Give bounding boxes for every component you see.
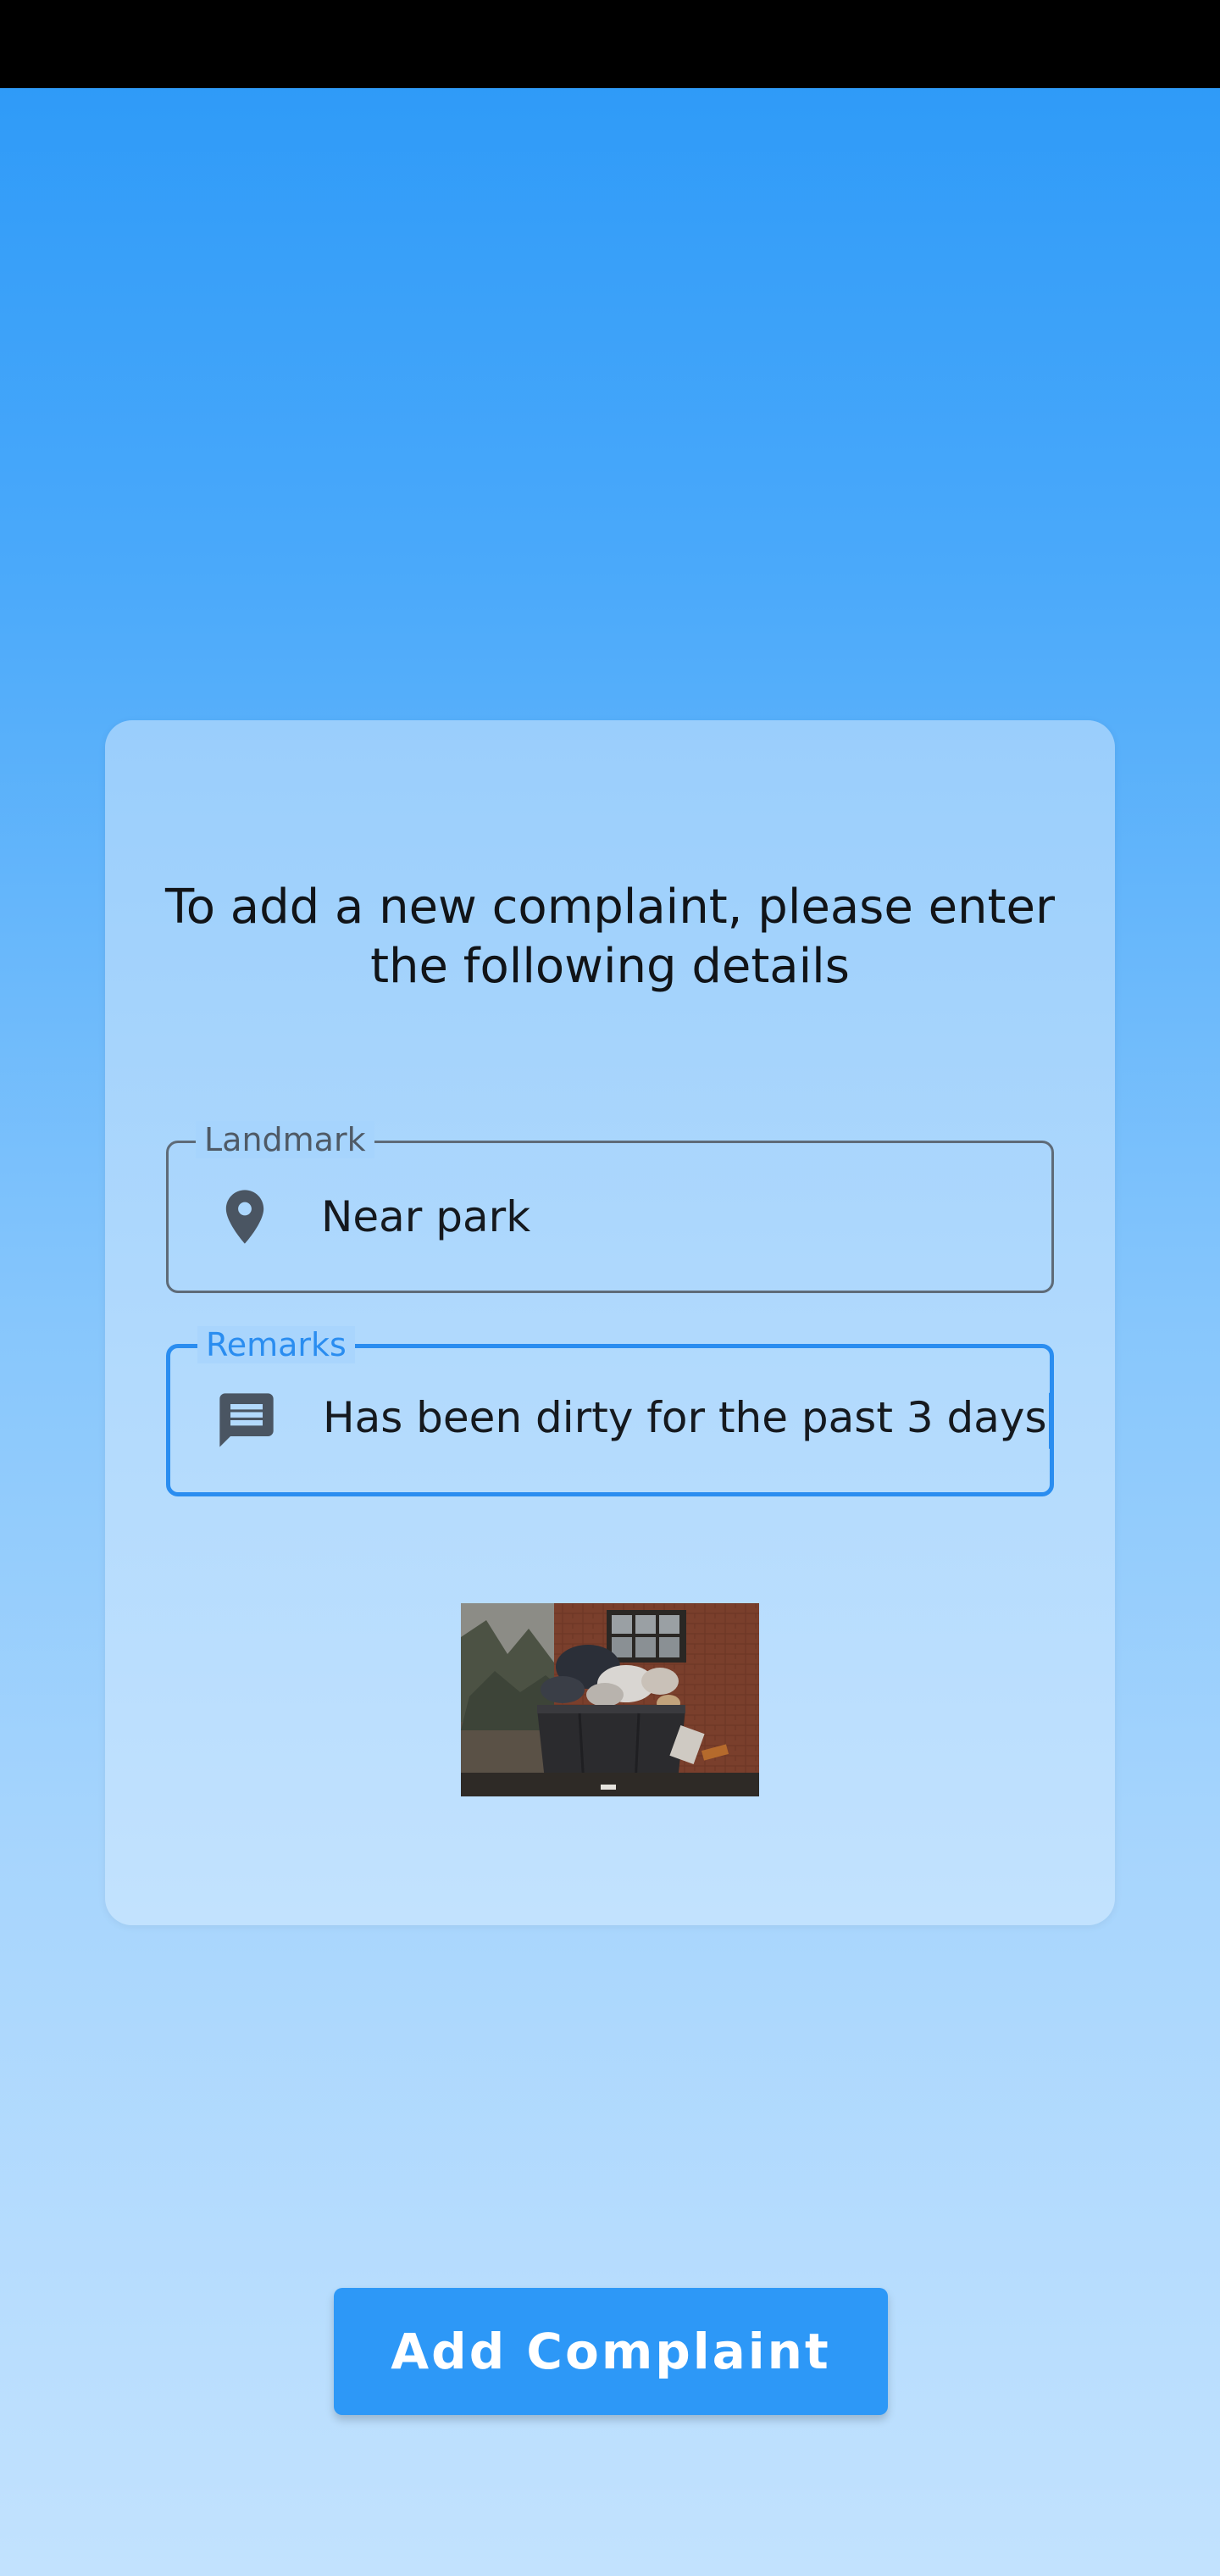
message-icon [214,1388,279,1452]
garbage-photo[interactable] [461,1603,759,1796]
landmark-label: Landmark [196,1121,374,1158]
landmark-input[interactable]: Near park [321,1191,530,1242]
complaint-form-card: To add a new complaint, please enter the… [105,720,1115,1925]
remarks-label: Remarks [197,1326,355,1363]
remarks-input[interactable]: Has been dirty for the past 3 days [323,1392,1052,1449]
status-bar [0,0,1220,88]
remarks-field[interactable]: Remarks Has been dirty for the past 3 da… [166,1326,1054,1496]
remarks-value: Has been dirty for the past 3 days [323,1392,1047,1442]
form-instructions: To add a new complaint, please enter the… [165,880,1055,994]
text-cursor [1048,1392,1052,1449]
location-pin-icon [213,1185,277,1249]
landmark-field[interactable]: Landmark Near park [166,1121,1054,1293]
add-complaint-button[interactable]: Add Complaint [334,2288,888,2415]
